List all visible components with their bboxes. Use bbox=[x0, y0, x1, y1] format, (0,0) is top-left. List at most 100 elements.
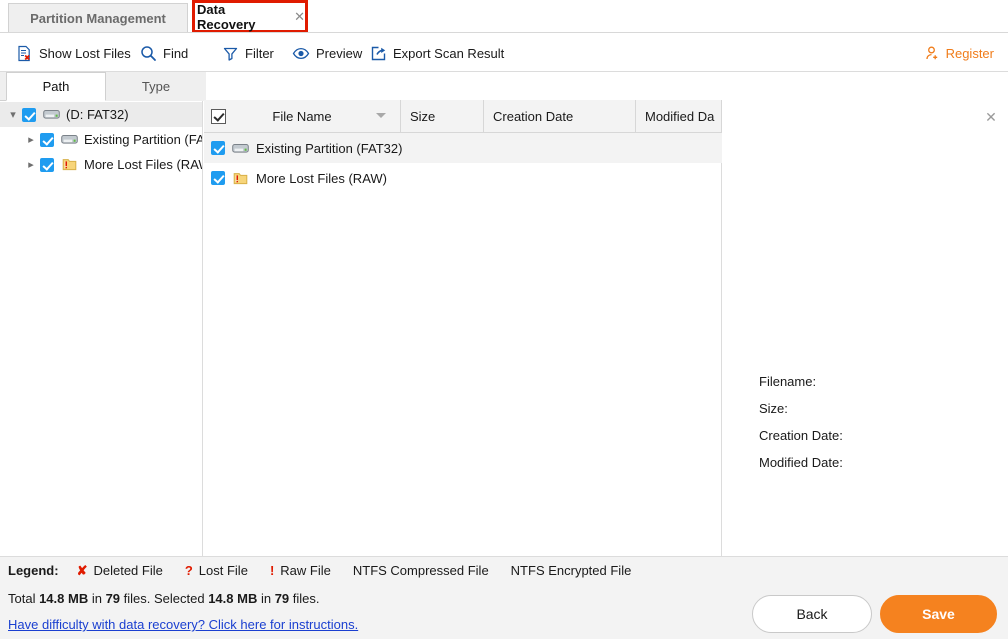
save-button-label: Save bbox=[922, 606, 955, 622]
tree-checkbox[interactable] bbox=[40, 157, 54, 172]
lost-file-icon: ? bbox=[184, 563, 193, 578]
deleted-file-icon: ✘ bbox=[76, 562, 88, 578]
funnel-icon bbox=[222, 45, 239, 62]
table-row[interactable]: Existing Partition (FAT32) bbox=[204, 133, 722, 163]
show-lost-files-label: Show Lost Files bbox=[39, 45, 131, 61]
tree-item-label: More Lost Files (RAW) bbox=[84, 157, 202, 172]
tab-path-label: Path bbox=[42, 79, 70, 94]
tab-path[interactable]: Path bbox=[6, 72, 106, 101]
export-scan-result-label: Export Scan Result bbox=[393, 45, 505, 61]
selected-count: 79 bbox=[274, 591, 290, 606]
total-size: 14.8 MB bbox=[39, 591, 89, 606]
status-bar: Total 14.8 MB in 79 files. Selected 14.8… bbox=[0, 584, 1008, 639]
close-icon[interactable]: ✕ bbox=[983, 109, 999, 125]
close-icon[interactable]: ✕ bbox=[294, 10, 305, 23]
tree-checkbox[interactable] bbox=[40, 132, 54, 147]
preview-label: Preview bbox=[316, 45, 363, 61]
path-tree: ▾ (D: FAT32) ▸ Existing Partition (FA ▸ … bbox=[0, 102, 202, 177]
column-header-file-name[interactable]: File Name bbox=[204, 100, 401, 133]
tree-item-drive-d[interactable]: ▾ (D: FAT32) bbox=[0, 102, 202, 127]
selected-suffix: files. bbox=[289, 591, 320, 606]
sort-desc-icon bbox=[376, 113, 386, 118]
back-button-label: Back bbox=[796, 606, 828, 622]
legend-item-deleted-file: ✘ Deleted File bbox=[77, 563, 163, 579]
legend-item-label: Raw File bbox=[280, 563, 331, 578]
column-header-creation-date[interactable]: Creation Date bbox=[484, 100, 636, 133]
legend-bar: Legend: ✘ Deleted File ? Lost File ! Raw… bbox=[0, 557, 1008, 584]
legend-item-label: Deleted File bbox=[93, 563, 163, 578]
tab-type-label: Type bbox=[141, 79, 171, 94]
folder-warning-icon bbox=[232, 171, 249, 186]
folder-warning-icon bbox=[61, 157, 78, 172]
find-button[interactable]: Find bbox=[140, 41, 188, 65]
filter-label: Filter bbox=[245, 45, 274, 61]
table-row[interactable]: More Lost Files (RAW) bbox=[204, 163, 722, 193]
preview-size-label: Size: bbox=[759, 401, 788, 416]
row-checkbox[interactable] bbox=[211, 141, 225, 155]
tree-checkbox[interactable] bbox=[22, 107, 36, 122]
status-summary: Total 14.8 MB in 79 files. Selected 14.8… bbox=[8, 591, 320, 606]
preview-button[interactable]: Preview bbox=[292, 41, 362, 65]
preview-creation-date-label: Creation Date: bbox=[759, 428, 843, 443]
export-arrow-icon bbox=[370, 45, 387, 62]
app-window: Partition Management Data Recovery ✕ Sho… bbox=[0, 0, 1008, 639]
left-tree-panel: Path Type ▾ (D: FAT32) ▸ Existing Partit… bbox=[0, 72, 206, 556]
find-label: Find bbox=[163, 45, 189, 61]
toolbar: Show Lost Files Find Filter Preview Expo… bbox=[0, 33, 1008, 72]
chevron-down-icon[interactable]: ▾ bbox=[4, 108, 22, 121]
column-header-creation-date-label: Creation Date bbox=[493, 109, 574, 124]
drive-icon bbox=[43, 108, 60, 121]
column-header-file-name-label: File Name bbox=[272, 109, 332, 124]
legend-item-ntfs-compressed: NTFS Compressed File bbox=[353, 563, 489, 578]
tree-item-existing-partition[interactable]: ▸ Existing Partition (FA... bbox=[0, 127, 202, 152]
save-button[interactable]: Save bbox=[880, 595, 997, 633]
preview-panel: ✕ Filename: Size: Creation Date: Modifie… bbox=[723, 100, 1008, 556]
legend-item-label: Lost File bbox=[198, 563, 248, 578]
raw-file-icon: ! bbox=[269, 563, 275, 578]
legend-title: Legend: bbox=[8, 563, 59, 578]
row-checkbox[interactable] bbox=[211, 171, 225, 185]
preview-filename-label: Filename: bbox=[759, 374, 817, 389]
total-mid: in bbox=[88, 591, 106, 606]
total-count: 79 bbox=[105, 591, 121, 606]
eye-icon bbox=[292, 45, 310, 62]
show-lost-files-button[interactable]: Show Lost Files bbox=[16, 41, 131, 65]
register-button[interactable]: Register bbox=[923, 41, 994, 65]
document-x-icon bbox=[16, 45, 33, 62]
file-list-panel: File Name Size Creation Date Modified Da bbox=[204, 100, 722, 556]
total-suffix: files. bbox=[120, 591, 154, 606]
tab-data-recovery[interactable]: Data Recovery ✕ bbox=[192, 0, 308, 33]
path-type-tabs: Path Type bbox=[0, 72, 206, 101]
filter-button[interactable]: Filter bbox=[222, 41, 274, 65]
tree-item-label: (D: FAT32) bbox=[66, 107, 129, 122]
column-header-size-label: Size bbox=[410, 109, 436, 124]
drive-icon bbox=[232, 142, 249, 155]
export-scan-result-button[interactable]: Export Scan Result bbox=[370, 41, 504, 65]
window-tabstrip: Partition Management Data Recovery ✕ bbox=[0, 0, 1008, 33]
column-header-size[interactable]: Size bbox=[401, 100, 484, 133]
tab-type[interactable]: Type bbox=[106, 72, 206, 101]
person-add-icon bbox=[923, 45, 940, 62]
file-list-rows: Existing Partition (FAT32) More Lost Fil… bbox=[204, 133, 722, 193]
column-header-modified-date[interactable]: Modified Da bbox=[636, 100, 722, 133]
chevron-right-icon[interactable]: ▸ bbox=[22, 158, 40, 171]
register-label: Register bbox=[945, 45, 994, 61]
tab-partition-management[interactable]: Partition Management bbox=[8, 3, 188, 32]
total-prefix: Total bbox=[8, 591, 40, 606]
selected-mid: in bbox=[257, 591, 275, 606]
chevron-right-icon[interactable]: ▸ bbox=[22, 133, 40, 146]
tree-item-more-lost-files[interactable]: ▸ More Lost Files (RAW) bbox=[0, 152, 202, 177]
preview-metadata: Filename: Size: Creation Date: Modified … bbox=[759, 374, 843, 482]
legend-item-label: NTFS Encrypted File bbox=[510, 563, 632, 578]
file-name-cell: More Lost Files (RAW) bbox=[256, 170, 387, 186]
search-icon bbox=[140, 45, 157, 62]
column-header-modified-date-label: Modified Da bbox=[645, 109, 715, 124]
file-list-header: File Name Size Creation Date Modified Da bbox=[204, 100, 722, 133]
legend-item-ntfs-encrypted: NTFS Encrypted File bbox=[511, 563, 632, 578]
preview-modified-date-label: Modified Date: bbox=[759, 455, 843, 470]
tree-item-label: Existing Partition (FA... bbox=[84, 132, 202, 147]
file-name-cell: Existing Partition (FAT32) bbox=[256, 140, 403, 156]
help-link[interactable]: Have difficulty with data recovery? Clic… bbox=[8, 617, 358, 632]
back-button[interactable]: Back bbox=[752, 595, 872, 633]
tab-partition-management-label: Partition Management bbox=[30, 10, 166, 26]
